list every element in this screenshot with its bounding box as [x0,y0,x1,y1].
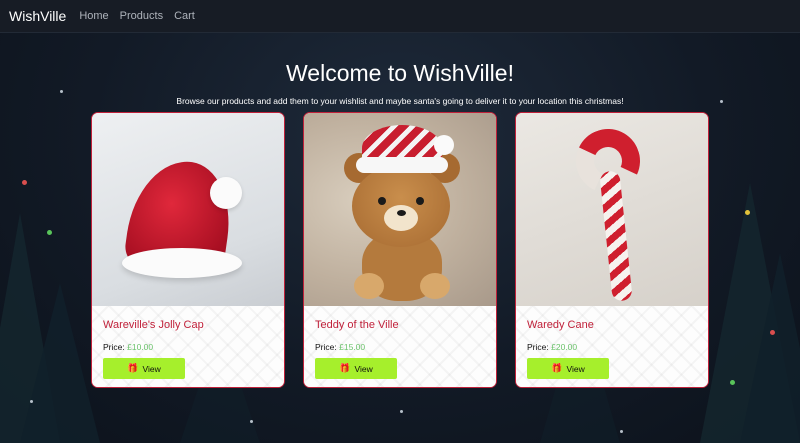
top-navbar: WishVille Home Products Cart [0,0,800,33]
hat-pom-shape [210,177,242,209]
product-grid: Wareville's Jolly Cap Price: £10.00 🎁 Vi… [91,112,709,388]
bear-foot-shape [420,273,450,299]
santa-hat-image [92,113,284,306]
price-label: Price: [103,342,125,352]
product-price: Price: £20.00 [527,342,697,352]
gift-icon: 🎁 [551,363,563,373]
product-price: Price: £10.00 [103,342,273,352]
hero-section: Welcome to WishVille! Browse our product… [0,60,800,106]
price-value: £10.00 [127,342,154,352]
product-title: Wareville's Jolly Cap [103,319,204,331]
price-value: £15.00 [339,342,366,352]
light-decoration [770,330,775,335]
view-button-label: View [354,363,373,374]
page-title: Welcome to WishVille! [286,60,514,86]
light-decoration [47,230,52,235]
price-label: Price: [527,342,549,352]
product-title: Waredy Cane [527,319,594,331]
light-decoration [22,180,27,185]
price-label: Price: [315,342,337,352]
tree-decoration [20,283,100,443]
view-button[interactable]: 🎁 View [103,358,185,379]
view-button[interactable]: 🎁 View [527,358,609,379]
cane-stick-shape [599,170,633,302]
snowflake [250,420,253,423]
teddy-pom-shape [434,135,454,155]
nav-link-products[interactable]: Products [120,10,163,22]
candy-cane-image [516,113,708,306]
product-title: Teddy of the Ville [315,319,399,331]
nav-link-home[interactable]: Home [79,10,108,22]
hat-brim-shape [122,248,242,278]
page-subtitle: Browse our products and add them to your… [176,96,624,106]
snowflake [30,400,33,403]
card-body: Wareville's Jolly Cap Price: £10.00 🎁 Vi… [92,306,284,387]
teddy-bear-image [304,113,496,306]
light-decoration [730,380,735,385]
brand-logo[interactable]: WishVille [9,8,66,24]
snowflake [400,410,403,413]
product-card: Wareville's Jolly Cap Price: £10.00 🎁 Vi… [91,112,285,388]
teddy-hat-brim-shape [356,157,448,173]
light-decoration [745,210,750,215]
snowflake [620,430,623,433]
view-button-label: View [142,363,161,374]
card-body: Teddy of the Ville Price: £15.00 🎁 View [304,306,496,387]
view-button-label: View [566,363,585,374]
nav-link-cart[interactable]: Cart [174,10,195,22]
bear-eye-shape [378,197,386,205]
gift-icon: 🎁 [339,363,351,373]
bear-snout-shape [384,205,418,231]
bear-nose-shape [397,210,406,216]
bear-foot-shape [354,273,384,299]
product-price: Price: £15.00 [315,342,485,352]
price-value: £20.00 [551,342,578,352]
product-card: Teddy of the Ville Price: £15.00 🎁 View [303,112,497,388]
product-card: Waredy Cane Price: £20.00 🎁 View [515,112,709,388]
bear-eye-shape [416,197,424,205]
card-body: Waredy Cane Price: £20.00 🎁 View [516,306,708,387]
tree-decoration [740,253,800,443]
gift-icon: 🎁 [127,363,139,373]
view-button[interactable]: 🎁 View [315,358,397,379]
